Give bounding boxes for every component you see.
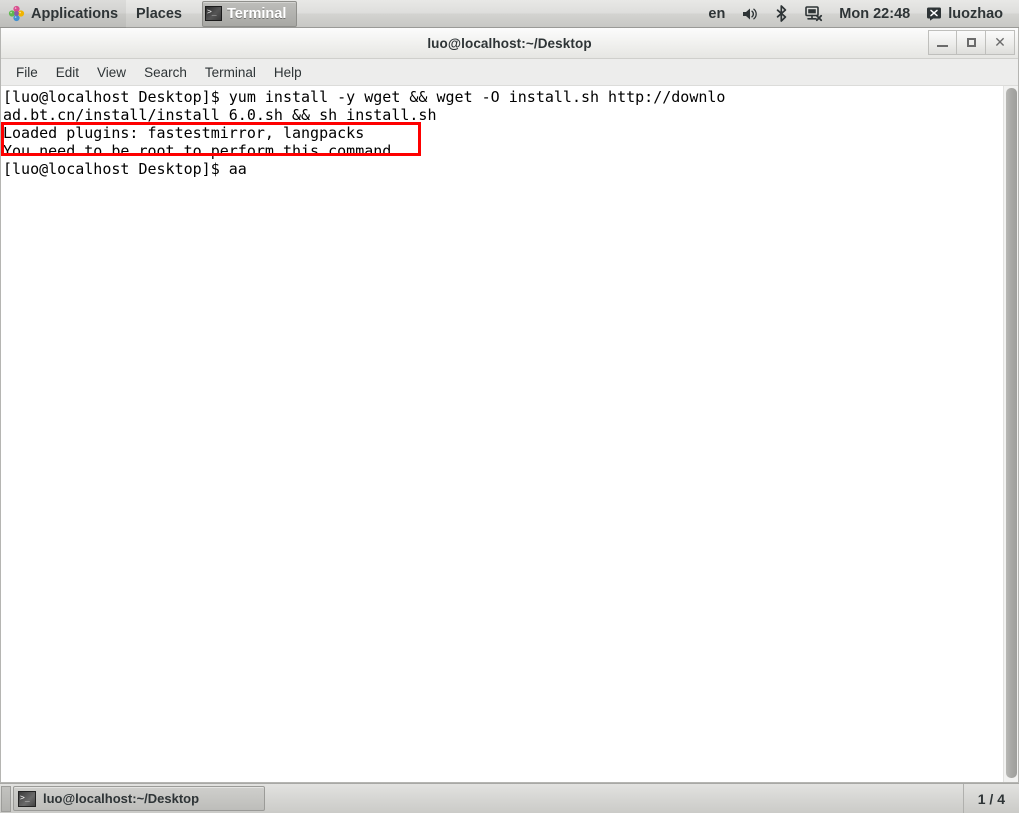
terminal-output[interactable]: [luo@localhost Desktop]$ yum install -y … <box>1 86 1003 782</box>
panel-task-terminal[interactable]: Terminal <box>201 0 298 27</box>
keyboard-layout-indicator[interactable]: en <box>700 0 733 28</box>
network-indicator[interactable] <box>796 0 831 28</box>
terminal-scrollbar[interactable] <box>1003 86 1018 782</box>
applications-menu[interactable]: Applications <box>0 0 127 28</box>
workspace-indicator-label: 1 / 4 <box>977 790 1005 807</box>
panel-window-list: Terminal <box>201 0 298 28</box>
menu-view[interactable]: View <box>88 62 135 83</box>
terminal-icon <box>204 6 222 21</box>
menu-search[interactable]: Search <box>135 62 196 83</box>
applications-menu-label: Applications <box>31 5 119 22</box>
system-tray: en Mon 22:48 luozhao <box>700 0 1019 28</box>
window-titlebar[interactable]: luo@localhost:~/Desktop ✕ <box>1 28 1018 59</box>
user-menu[interactable]: luozhao <box>918 0 1011 28</box>
menu-edit[interactable]: Edit <box>47 62 88 83</box>
volume-indicator[interactable] <box>733 0 767 28</box>
user-name-label: luozhao <box>948 5 1003 22</box>
places-menu-label: Places <box>136 5 182 22</box>
bluetooth-indicator[interactable] <box>767 0 796 28</box>
clock[interactable]: Mon 22:48 <box>831 0 918 28</box>
places-menu[interactable]: Places <box>126 0 192 28</box>
bottom-panel: luo@localhost:~/Desktop 1 / 4 <box>0 783 1019 813</box>
terminal-window: luo@localhost:~/Desktop ✕ File Edit View… <box>0 28 1019 783</box>
terminal-icon <box>18 790 36 807</box>
menubar: File Edit View Search Terminal Help <box>1 59 1018 86</box>
clock-label: Mon 22:48 <box>839 5 911 22</box>
minimize-button[interactable] <box>928 30 957 55</box>
workspace-switcher[interactable]: 1 / 4 <box>962 783 1019 813</box>
taskbar-item-terminal[interactable]: luo@localhost:~/Desktop <box>13 786 265 811</box>
volume-icon <box>743 8 758 19</box>
menu-terminal[interactable]: Terminal <box>196 62 265 83</box>
close-button[interactable]: ✕ <box>986 30 1015 55</box>
network-disconnected-icon <box>805 6 823 22</box>
maximize-button[interactable] <box>957 30 986 55</box>
menu-file[interactable]: File <box>7 62 47 83</box>
minimize-icon <box>937 45 948 47</box>
bluetooth-icon <box>777 5 787 22</box>
show-desktop-button[interactable] <box>1 785 11 812</box>
taskbar-item-label: luo@localhost:~/Desktop <box>43 791 200 806</box>
keyboard-layout-label: en <box>708 5 726 22</box>
window-controls: ✕ <box>928 30 1015 55</box>
applications-pinwheel-icon <box>8 5 25 22</box>
scrollbar-thumb[interactable] <box>1006 88 1017 778</box>
maximize-icon <box>966 38 976 47</box>
close-icon: ✕ <box>994 34 1006 51</box>
desktop-screen: Applications Places Terminal en <box>0 0 1019 813</box>
user-status-icon <box>927 7 942 21</box>
panel-task-label: Terminal <box>226 5 287 22</box>
menu-help[interactable]: Help <box>265 62 311 83</box>
terminal-view[interactable]: [luo@localhost Desktop]$ yum install -y … <box>1 86 1018 782</box>
window-title: luo@localhost:~/Desktop <box>427 35 592 51</box>
top-panel: Applications Places Terminal en <box>0 0 1019 28</box>
